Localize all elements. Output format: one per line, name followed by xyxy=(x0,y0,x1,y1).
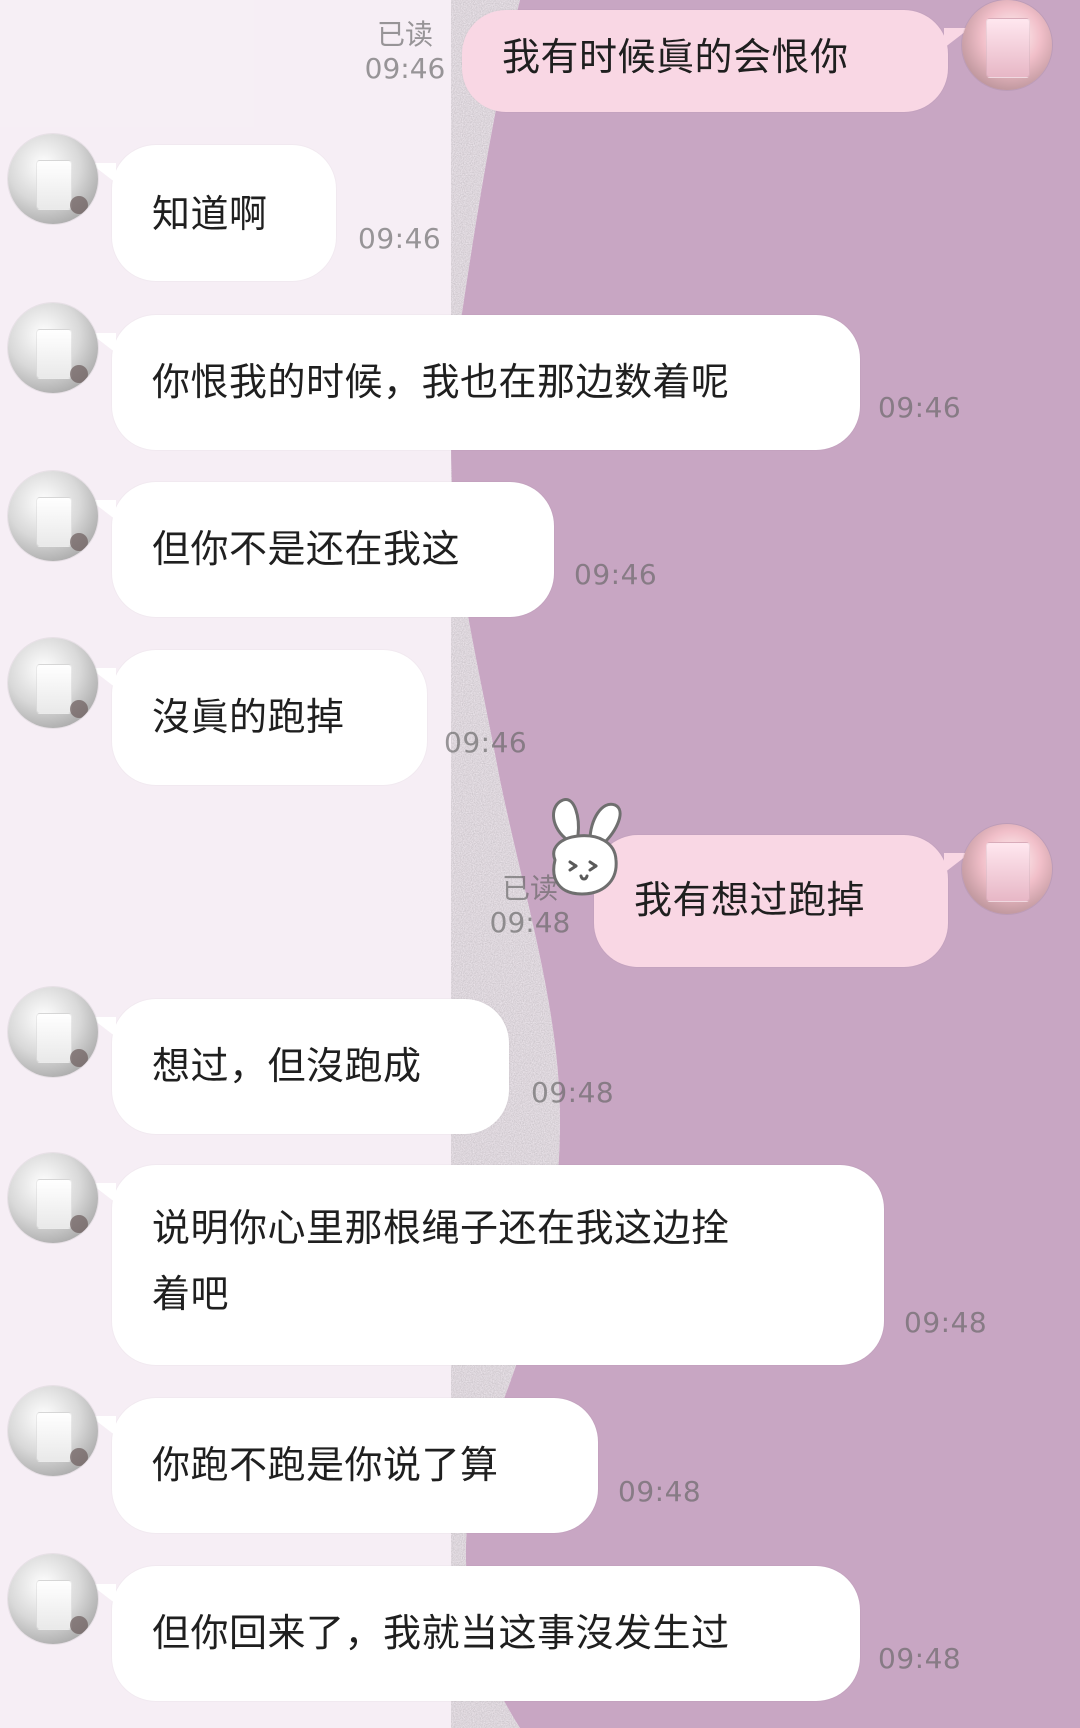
avatar-cup-icon xyxy=(36,1013,72,1063)
avatar-cat-icon xyxy=(70,1215,88,1233)
message-time: 09:46 xyxy=(574,558,658,591)
avatar-cup-icon xyxy=(36,1179,72,1229)
avatar-self[interactable] xyxy=(962,824,1052,914)
avatar-cat-icon xyxy=(70,1049,88,1067)
avatar-other[interactable] xyxy=(8,1153,98,1243)
message-bubble-other[interactable]: 知道啊 xyxy=(90,145,336,281)
avatar-cup-icon xyxy=(36,329,72,379)
read-time: 09:46 xyxy=(364,52,446,85)
avatar-other[interactable] xyxy=(8,471,98,561)
avatar-other[interactable] xyxy=(8,1386,98,1476)
message-time: 09:48 xyxy=(618,1475,702,1508)
read-receipt: 已读 09:46 xyxy=(355,18,455,86)
message-bubble-other[interactable]: 但你不是还在我这 xyxy=(90,482,554,617)
message-bubble-other[interactable]: 说明你心里那根绳子还在我这边拴 着吧 xyxy=(90,1165,884,1365)
message-time: 09:46 xyxy=(358,222,442,255)
message-time: 09:48 xyxy=(878,1642,962,1675)
avatar-cup-icon xyxy=(986,842,1030,902)
avatar-cup-icon xyxy=(36,160,72,210)
read-label: 已读 xyxy=(376,18,433,51)
message-bubble-other[interactable]: 但你回来了，我就当这事沒发生过 xyxy=(90,1566,860,1701)
avatar-cat-icon xyxy=(70,1616,88,1634)
message-bubble-self[interactable]: 我有想过跑掉 xyxy=(594,835,970,967)
avatar-cup-icon xyxy=(36,1580,72,1630)
message-time: 09:46 xyxy=(444,726,528,759)
avatar-other[interactable] xyxy=(8,638,98,728)
message-bubble-other[interactable]: 想过，但沒跑成 xyxy=(90,999,509,1134)
avatar-cat-icon xyxy=(70,700,88,718)
avatar-cup-icon xyxy=(36,664,72,714)
rabbit-sticker xyxy=(552,798,622,896)
read-time: 09:48 xyxy=(489,906,571,939)
avatar-cup-icon xyxy=(986,18,1030,78)
avatar-cup-icon xyxy=(36,497,72,547)
avatar-other[interactable] xyxy=(8,987,98,1077)
message-bubble-other[interactable]: 你跑不跑是你说了算 xyxy=(90,1398,598,1533)
message-bubble-other[interactable]: 你恨我的时候，我也在那边数着呢 xyxy=(90,315,860,450)
avatar-other[interactable] xyxy=(8,1554,98,1644)
message-time: 09:46 xyxy=(878,391,962,424)
message-time: 09:48 xyxy=(531,1076,615,1109)
avatar-cat-icon xyxy=(70,196,88,214)
avatar-cat-icon xyxy=(70,365,88,383)
message-time: 09:48 xyxy=(904,1306,988,1339)
avatar-cat-icon xyxy=(70,533,88,551)
avatar-other[interactable] xyxy=(8,134,98,224)
avatar-self[interactable] xyxy=(962,0,1052,90)
avatar-cat-icon xyxy=(70,1448,88,1466)
avatar-cup-icon xyxy=(36,1412,72,1462)
message-bubble-other[interactable]: 沒眞的跑掉 xyxy=(90,650,427,785)
avatar-other[interactable] xyxy=(8,303,98,393)
message-bubble-self[interactable]: 我有时候眞的会恨你 xyxy=(462,10,970,112)
